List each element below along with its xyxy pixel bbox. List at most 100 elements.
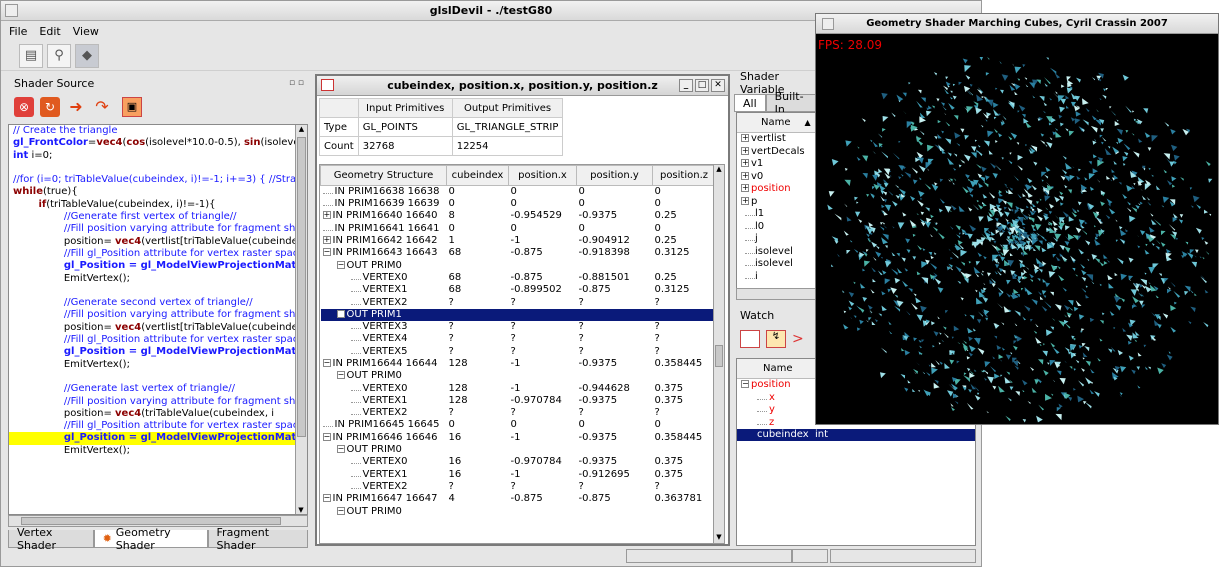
code-line[interactable]: //for (i=0; triTableValue(cubeindex, i)!… bbox=[9, 174, 295, 186]
window-menu-button[interactable] bbox=[5, 4, 18, 17]
step-over-icon[interactable]: ↷ bbox=[92, 97, 112, 117]
code-line[interactable]: //Fill gl_Position attribute for vertex … bbox=[9, 248, 295, 260]
open-folder-icon[interactable]: ▤ bbox=[19, 43, 43, 68]
variable-item[interactable]: + vertDecals bbox=[741, 146, 817, 159]
collapse-icon[interactable]: − bbox=[741, 380, 749, 388]
search-icon[interactable]: ⚲ bbox=[47, 43, 71, 68]
code-line[interactable]: gl_Position = gl_ModelViewProjectionMatr… bbox=[9, 260, 295, 272]
table-row[interactable]: VERTEX2???? bbox=[321, 296, 714, 308]
variable-item[interactable]: + position bbox=[741, 183, 817, 196]
code-line[interactable]: EmitVertex(); bbox=[9, 445, 295, 457]
table-row[interactable]: IN PRIM16645 16645 0 0 0 0 bbox=[321, 419, 714, 431]
table-row[interactable]: − IN PRIM16643 16643 68 -0.875 -0.918398 0.31… bbox=[321, 247, 714, 259]
code-line[interactable]: position= vec4(vertlist[triTableValue(cu… bbox=[9, 236, 295, 248]
expand-icon[interactable]: + bbox=[741, 159, 749, 167]
code-line[interactable] bbox=[9, 285, 295, 297]
geometry-tree-table[interactable]: Geometry Structure cubeindex position.x … bbox=[319, 164, 714, 544]
table-row[interactable]: + IN PRIM16642 16642 1 -1 -0.904912 0.25 bbox=[321, 235, 714, 247]
maximize-icon[interactable]: □ bbox=[695, 79, 709, 92]
menu-file[interactable]: File bbox=[9, 25, 27, 38]
code-line[interactable]: gl_FrontColor=vec4(cos(isolevel*10.0-0.5… bbox=[9, 137, 295, 149]
collapse-icon[interactable]: − bbox=[336, 445, 345, 454]
code-line[interactable] bbox=[9, 371, 295, 383]
variable-item[interactable]: + p bbox=[741, 196, 817, 209]
variable-item[interactable]: isolevel bbox=[741, 258, 817, 271]
col-geometry-structure[interactable]: Geometry Structure bbox=[320, 165, 447, 186]
table-row[interactable]: IN PRIM16639 16639 0 0 0 0 bbox=[321, 198, 714, 210]
collapse-icon[interactable]: − bbox=[336, 506, 345, 515]
table-row[interactable]: IN PRIM16641 16641 0 0 0 0 bbox=[321, 223, 714, 235]
collapse-icon[interactable]: − bbox=[322, 248, 331, 257]
scroll-thumb[interactable] bbox=[297, 137, 306, 437]
expand-icon[interactable]: + bbox=[741, 196, 749, 205]
watch-name-header[interactable]: Name bbox=[737, 359, 817, 379]
table-row[interactable]: − OUT PRIM0 bbox=[321, 505, 714, 517]
variable-tree[interactable]: Name ▲ + vertlist + vertDecals + v1 + v0 + positio… bbox=[736, 112, 818, 292]
expand-icon[interactable]: + bbox=[741, 171, 749, 180]
table-row[interactable]: VERTEX2???? bbox=[321, 407, 714, 419]
popup-menu-icon[interactable] bbox=[321, 79, 334, 91]
col-position-z[interactable]: position.z bbox=[652, 165, 713, 186]
table-row[interactable]: VERTEX0 128 -1 -0.944628 0.375 bbox=[321, 382, 714, 394]
variable-name-header[interactable]: Name ▲ bbox=[737, 113, 817, 133]
variable-item[interactable]: isolevel bbox=[741, 246, 817, 259]
code-line[interactable]: //Fill position varying attribute for fr… bbox=[9, 309, 295, 321]
expand-icon[interactable]: + bbox=[741, 134, 749, 142]
table-row[interactable]: − OUT PRIM0 bbox=[321, 370, 714, 382]
restart-icon[interactable]: ↻ bbox=[40, 97, 60, 117]
variable-item[interactable]: + v1 bbox=[741, 158, 817, 171]
code-line[interactable]: int i=0; bbox=[9, 150, 295, 162]
table-row[interactable]: VERTEX5???? bbox=[321, 346, 714, 358]
render-window-menu-icon[interactable] bbox=[822, 18, 834, 30]
code-line[interactable]: EmitVertex(); bbox=[9, 273, 295, 285]
dock-float-close-icon[interactable]: ▫ ▫ bbox=[289, 78, 304, 88]
table-row[interactable]: VERTEX1 16 -1 -0.912695 0.375 bbox=[321, 469, 714, 481]
grid-vertical-scrollbar[interactable]: ▲ ▼ bbox=[713, 164, 725, 544]
tab-built-in[interactable]: Built-In bbox=[765, 90, 818, 116]
col-cubeindex[interactable]: cubeindex bbox=[446, 165, 509, 186]
col-position-y[interactable]: position.y bbox=[576, 165, 653, 186]
table-row[interactable]: VERTEX1 68 -0.899502 -0.875 0.3125 bbox=[321, 284, 714, 296]
collapse-icon[interactable]: − bbox=[322, 359, 331, 367]
table-row[interactable]: − OUT PRIM0 bbox=[321, 259, 714, 271]
table-row[interactable]: VERTEX1 128 -0.970784 -0.9375 0.375 bbox=[321, 395, 714, 407]
variable-item[interactable]: + v0 bbox=[741, 171, 817, 184]
collapse-icon[interactable]: − bbox=[322, 494, 331, 503]
variable-item[interactable]: l0 bbox=[741, 221, 817, 234]
variable-item[interactable]: i bbox=[741, 271, 817, 284]
table-row[interactable]: − OUT PRIM0 bbox=[321, 444, 714, 456]
code-line[interactable] bbox=[9, 162, 295, 174]
code-line[interactable]: position= vec4(vertlist[triTableValue(cu… bbox=[9, 322, 295, 334]
breakpoint-icon[interactable]: ▣ bbox=[122, 97, 142, 117]
col-position-x[interactable]: position.x bbox=[508, 165, 577, 186]
table-row[interactable]: + IN PRIM16640 16640 8 -0.954529 -0.9375 0.25 bbox=[321, 210, 714, 222]
code-line[interactable]: //Generate second vertex of triangle// bbox=[9, 297, 295, 309]
table-row[interactable]: − IN PRIM16646 16646 16 -1 -0.9375 0.358445 bbox=[321, 432, 714, 444]
collapse-icon[interactable]: − bbox=[336, 260, 345, 269]
grid-scroll-thumb[interactable] bbox=[715, 345, 723, 367]
table-row[interactable]: − IN PRIM16644 16644 128 -1 -0.9375 0.358445 bbox=[321, 358, 714, 370]
variable-h-scrollbar[interactable] bbox=[736, 288, 818, 300]
collapse-icon[interactable]: − bbox=[336, 371, 345, 380]
shader-code-editor[interactable]: // Create the triangle gl_FrontColor=vec4… bbox=[8, 124, 308, 515]
expand-icon[interactable]: + bbox=[322, 236, 331, 245]
table-row[interactable]: − OUT PRIM1 bbox=[320, 308, 713, 321]
remove-icon[interactable]: > bbox=[792, 331, 804, 347]
minimize-icon[interactable]: _ bbox=[679, 79, 693, 92]
scroll-up-icon[interactable]: ▲ bbox=[714, 165, 724, 175]
code-line[interactable]: //Fill position varying attribute for fr… bbox=[9, 223, 295, 235]
menu-view[interactable]: View bbox=[73, 25, 99, 38]
code-line[interactable]: //Fill gl_Position attribute for vertex … bbox=[9, 334, 295, 346]
code-line[interactable]: //Generate last vertex of triangle// bbox=[9, 383, 295, 395]
new-window-icon[interactable] bbox=[740, 330, 760, 348]
collapse-icon[interactable]: − bbox=[336, 309, 345, 318]
code-line[interactable]: //Fill position varying attribute for fr… bbox=[9, 396, 295, 408]
watch-row-selected[interactable]: cubeindex int bbox=[737, 429, 975, 441]
h-scroll-thumb[interactable] bbox=[21, 517, 281, 525]
code-line[interactable]: EmitVertex(); bbox=[9, 359, 295, 371]
table-row[interactable]: VERTEX0 16 -0.970784 -0.9375 0.375 bbox=[321, 456, 714, 468]
step-icon[interactable]: ➜ bbox=[66, 97, 86, 117]
code-line[interactable]: // Create the triangle bbox=[9, 125, 295, 137]
code-line[interactable]: if(triTableValue(cubeindex, i)!=-1){ bbox=[9, 199, 295, 211]
code-line[interactable]: gl_Position = gl_ModelViewProjectionMatr… bbox=[9, 346, 295, 358]
